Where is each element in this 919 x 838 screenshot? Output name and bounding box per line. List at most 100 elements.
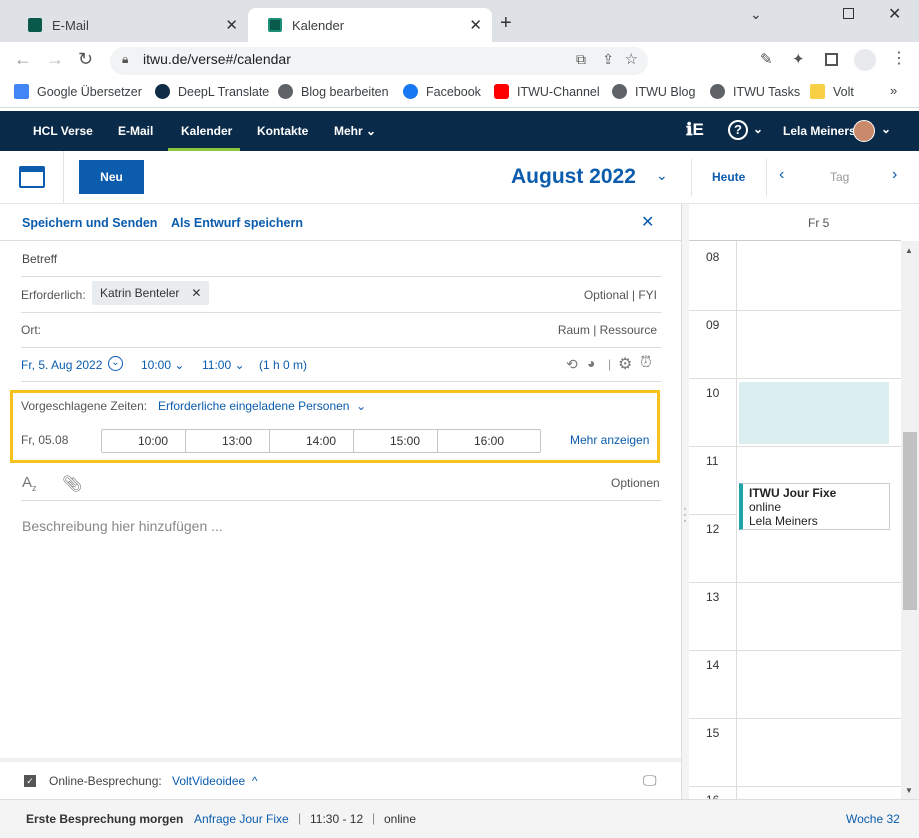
datetime-row: Fr, 5. Aug 2022 ⌄ 10:00 ⌄ 11:00 ⌄ (1 h 0…	[21, 348, 661, 382]
recipient-chip[interactable]: Katrin Benteler ✕	[92, 281, 210, 305]
chevron-down-icon[interactable]: ⌄	[108, 356, 123, 371]
globe-icon[interactable]: ◕	[587, 355, 595, 371]
next-icon[interactable]: ›	[892, 166, 897, 184]
url-field[interactable]: 🔒︎ itwu.de/verse#/calendar ⧉ ⇪ ☆	[110, 47, 648, 75]
bookmark-itwu-blog[interactable]: ITWU Blog	[612, 84, 695, 99]
back-icon[interactable]: ←	[14, 49, 32, 70]
window-close-icon[interactable]: ✕	[888, 4, 901, 24]
tab-email[interactable]: E-Mail ✕	[8, 8, 248, 42]
save-send-button[interactable]: Speichern und Senden	[22, 216, 157, 230]
bookmark-itwu-tasks[interactable]: ITWU Tasks	[710, 84, 800, 99]
suggest-filter[interactable]: Erforderliche eingeladene Personen ⌄	[158, 399, 366, 413]
day-header: Fr 5	[808, 216, 830, 230]
nav-kalender[interactable]: Kalender	[181, 124, 232, 138]
lock-icon: 🔒︎	[122, 52, 129, 66]
globe-icon	[710, 84, 725, 99]
options-button[interactable]: Optionen	[611, 476, 660, 490]
bookmark-google-uebersetzer[interactable]: Google Übersetzer	[14, 84, 142, 99]
tab-kalender[interactable]: Kalender ✕	[248, 8, 492, 42]
end-time[interactable]: 11:00 ⌄	[202, 358, 245, 372]
maximize-icon[interactable]	[843, 8, 854, 19]
bookmark-deepl[interactable]: DeepL Translate	[155, 84, 269, 99]
close-icon[interactable]: ✕	[469, 16, 482, 34]
event-title: ITWU Jour Fixe	[749, 486, 837, 500]
subject-row[interactable]: Betreff	[21, 241, 661, 277]
close-icon[interactable]: ✕	[225, 16, 238, 34]
reload-icon[interactable]: ↻	[78, 49, 93, 70]
user-name[interactable]: Lela Meiners	[783, 124, 856, 138]
meeting-link[interactable]: Anfrage Jour Fixe	[194, 812, 289, 826]
avatar[interactable]	[853, 120, 875, 142]
new-event-slot[interactable]	[739, 382, 889, 444]
date-field[interactable]: Fr, 5. Aug 2022	[21, 358, 102, 372]
chevron-down-icon[interactable]: ⌄	[753, 122, 763, 136]
globe-icon	[612, 84, 627, 99]
hour-line	[689, 446, 901, 447]
minimize-icon[interactable]: ⌄	[750, 6, 762, 23]
settings-icon[interactable]: ⚙	[618, 354, 632, 374]
view-label[interactable]: Tag	[830, 170, 849, 184]
repeat-icon[interactable]: ⟲	[566, 356, 578, 373]
bookmark-itwu-channel[interactable]: ITWU-Channel	[494, 84, 600, 99]
divider	[766, 159, 767, 196]
bookmark-label: Blog bearbeiten	[301, 84, 389, 99]
optional-fyi[interactable]: Optional | FYI	[584, 288, 657, 302]
hour-label: 11	[706, 454, 719, 468]
prev-icon[interactable]: ‹	[779, 166, 784, 184]
new-button[interactable]: Neu	[79, 160, 144, 194]
open-in-app-icon[interactable]: ⧉	[576, 51, 586, 68]
divider	[0, 758, 681, 762]
calendar-event[interactable]: ITWU Jour Fixe online Lela Meiners	[739, 483, 890, 530]
alarm-icon[interactable]: ⏰︎	[640, 354, 652, 371]
event-location: online	[749, 500, 782, 514]
share-icon[interactable]: ⇪	[602, 51, 614, 68]
chevron-down-icon[interactable]: ⌄	[656, 167, 668, 184]
new-tab-icon[interactable]: +	[500, 12, 512, 35]
month-title[interactable]: August 2022	[511, 165, 636, 189]
format-text-icon[interactable]: Az	[22, 474, 37, 493]
nav-kontakte[interactable]: Kontakte	[257, 124, 308, 138]
end-time-value: 11:00	[202, 358, 232, 372]
description-editor[interactable]: Beschreibung hier hinzufügen ...	[22, 518, 223, 534]
room-resource[interactable]: Raum | Ressource	[558, 323, 657, 337]
inbox-icon[interactable]	[19, 166, 45, 188]
more-button[interactable]: Mehr anzeigen	[570, 433, 649, 447]
nav-hcl-verse[interactable]: HCL Verse	[33, 124, 93, 138]
scrollbar-thumb[interactable]	[903, 432, 917, 610]
start-time[interactable]: 10:00 ⌄	[141, 358, 184, 372]
subject-input[interactable]: Betreff	[22, 252, 57, 266]
suggest-filter-value: Erforderliche eingeladene Personen	[158, 399, 350, 413]
nav-email[interactable]: E-Mail	[118, 124, 153, 138]
save-draft-button[interactable]: Als Entwurf speichern	[171, 216, 303, 230]
suggest-time-button[interactable]: 16:00	[437, 429, 541, 453]
accessibility-icon[interactable]: ℹ︎E	[686, 120, 704, 140]
sidepanel-icon[interactable]	[825, 53, 838, 66]
attachment-icon[interactable]: 📎︎	[62, 474, 82, 494]
drag-handle-icon[interactable]: · · ·	[683, 502, 687, 526]
presentation-icon[interactable]: 🖵︎	[643, 772, 657, 789]
bookmark-blog-bearbeiten[interactable]: Blog bearbeiten	[278, 84, 389, 99]
profile-icon[interactable]	[854, 49, 876, 71]
extensions-icon[interactable]: ✦	[792, 50, 805, 68]
hour-label: 12	[706, 522, 720, 536]
chevron-down-icon[interactable]: ⌄	[881, 122, 891, 136]
bookmark-volt[interactable]: Volt	[810, 84, 854, 99]
address-bar-row: ← → ↻ 🔒︎ itwu.de/verse#/calendar ⧉ ⇪ ☆ ✎…	[0, 42, 919, 78]
more-bookmarks-icon[interactable]: »	[890, 83, 897, 98]
hour-label: 13	[706, 590, 720, 604]
close-icon[interactable]: ✕	[641, 212, 654, 232]
help-icon[interactable]: ?	[728, 120, 748, 140]
scroll-up-icon[interactable]: ▲	[905, 246, 913, 255]
online-provider[interactable]: VoltVideoidee ^	[172, 774, 258, 788]
forward-icon[interactable]: →	[46, 49, 64, 70]
nav-mehr[interactable]: Mehr ⌄	[334, 124, 376, 138]
bookmark-facebook[interactable]: Facebook	[403, 84, 481, 99]
online-checkbox[interactable]: ✓	[24, 775, 36, 787]
scroll-down-icon[interactable]: ▼	[905, 786, 913, 795]
eyedropper-icon[interactable]: ✎	[760, 50, 773, 68]
today-button[interactable]: Heute	[712, 170, 745, 184]
hour-line	[689, 582, 901, 583]
close-icon[interactable]: ✕	[191, 286, 201, 300]
menu-icon[interactable]: ⋮	[891, 48, 907, 68]
star-icon[interactable]: ☆	[625, 50, 638, 68]
